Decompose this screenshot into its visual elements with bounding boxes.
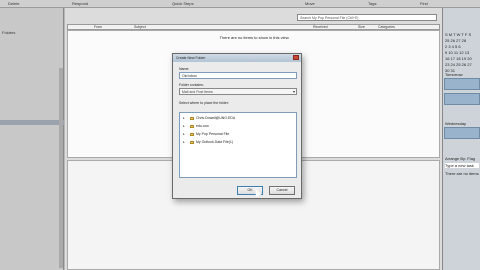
- folder-icon: [190, 132, 194, 136]
- folder-contains-value: Mail and Post Items: [182, 90, 213, 94]
- expand-icon[interactable]: ▸: [183, 124, 185, 128]
- ribbon-group-tags[interactable]: Tags: [368, 1, 376, 6]
- ribbon-group-move[interactable]: Move: [305, 1, 315, 6]
- calendar-week-4[interactable]: 16 17 18 19 20: [445, 56, 472, 61]
- wednesday-label: Wednesday: [445, 121, 467, 126]
- no-tasks-message: There are no items: [445, 171, 479, 176]
- folder-contains-label: Folder contains:: [179, 83, 204, 87]
- tree-item[interactable]: Chris.Dowell@UNO.EDU: [190, 116, 235, 120]
- tree-item[interactable]: My Outlook Data File(1): [190, 140, 233, 144]
- column-received[interactable]: Received: [313, 25, 328, 29]
- appointment-item[interactable]: [444, 127, 480, 139]
- tree-item[interactable]: edu.uno: [190, 124, 209, 128]
- select-location-label: Select where to place the folder:: [179, 101, 230, 105]
- close-icon[interactable]: [293, 55, 299, 60]
- empty-list-message: There are no items to show in this view.: [219, 35, 290, 40]
- folder-icon: [190, 140, 194, 144]
- column-categories[interactable]: Categories: [378, 25, 395, 29]
- folder-contains-select[interactable]: Mail and Post Items ▾: [179, 88, 297, 95]
- expand-icon[interactable]: ▸: [183, 132, 185, 136]
- dialog-title: Create New Folder: [173, 54, 301, 62]
- column-size[interactable]: Size: [358, 25, 365, 29]
- chevron-down-icon: ▾: [292, 89, 295, 94]
- folder-icon: [190, 124, 194, 128]
- folder-tree[interactable]: ▸ Chris.Dowell@UNO.EDU ▸ edu.uno ▸ My Po…: [179, 112, 297, 178]
- tomorrow-label: Tomorrow: [445, 72, 463, 77]
- ribbon-group-find[interactable]: Find: [420, 1, 428, 6]
- new-task-input[interactable]: Type a new task: [445, 163, 479, 168]
- ribbon-group-respond[interactable]: Respond: [72, 1, 88, 6]
- cancel-button[interactable]: Cancel: [269, 186, 295, 195]
- search-input[interactable]: Search My Pop Personal File (Ctrl+E): [297, 14, 437, 21]
- create-new-folder-dialog: Create New Folder Name: Old inbox Folder…: [172, 53, 302, 199]
- folder-name-input[interactable]: Old inbox: [179, 72, 297, 79]
- calendar-weekdays: S M T W T F S: [445, 32, 472, 37]
- ribbon-group-quick-steps[interactable]: Quick Steps: [172, 1, 194, 6]
- expand-icon[interactable]: ▸: [183, 140, 185, 144]
- nav-selected-folder[interactable]: [0, 120, 64, 125]
- name-label: Name:: [179, 67, 190, 71]
- calendar-week-3[interactable]: 9 10 11 12 13: [445, 50, 469, 55]
- expand-icon[interactable]: ▸: [183, 116, 185, 120]
- todo-bar: S M T W T F S 25 26 27 28 2 3 4 5 6 9 10…: [442, 8, 480, 270]
- appointment-item[interactable]: [444, 78, 480, 90]
- ribbon: Delete Respond Quick Steps Move Tags Fin…: [0, 0, 480, 8]
- column-from[interactable]: From: [94, 25, 102, 29]
- calendar-week-2[interactable]: 2 3 4 5 6: [445, 44, 461, 49]
- column-subject[interactable]: Subject: [134, 25, 146, 29]
- nav-folders-label[interactable]: Folders: [2, 30, 15, 35]
- tree-item[interactable]: My Pop Personal File: [190, 132, 229, 136]
- arrange-by-label[interactable]: Arrange By: Flag: [445, 156, 475, 161]
- nav-scrollbar[interactable]: [59, 68, 63, 268]
- calendar-week-5[interactable]: 23 24 25 26 27: [445, 62, 472, 67]
- appointment-item[interactable]: [444, 93, 480, 105]
- ribbon-group-delete[interactable]: Delete: [8, 1, 20, 6]
- navigation-pane: Folders: [0, 8, 64, 270]
- calendar-week-1[interactable]: 25 26 27 28: [445, 38, 466, 43]
- folder-icon: [190, 116, 194, 120]
